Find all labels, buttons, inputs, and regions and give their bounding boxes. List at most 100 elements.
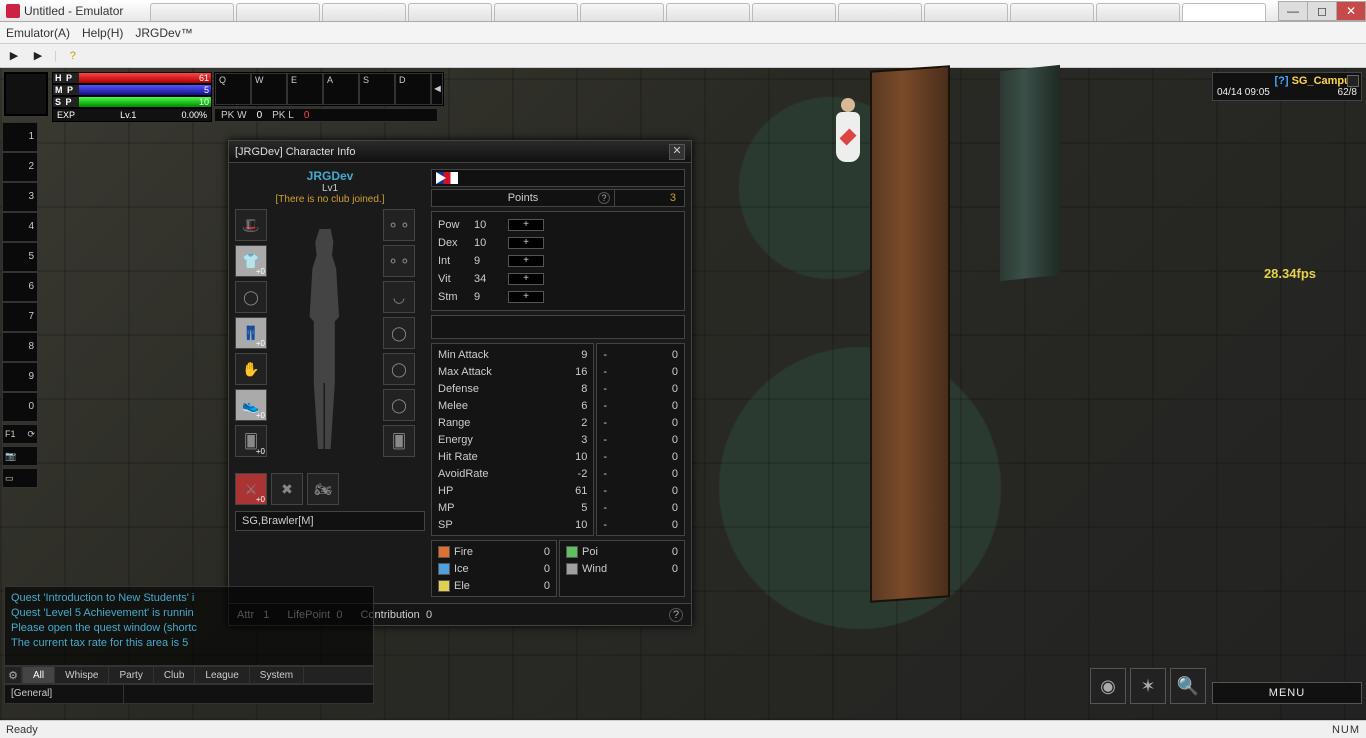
skill-slot-s[interactable]: S [359, 73, 395, 105]
equip-ring2[interactable]: ◯ [383, 389, 415, 421]
item-slot-4[interactable]: 4 [2, 212, 38, 242]
item-slot-3[interactable]: 3 [2, 182, 38, 212]
maximize-button[interactable]: ◻ [1307, 1, 1337, 21]
chat-log[interactable]: Quest 'Introduction to New Students' i Q… [4, 586, 374, 666]
character-level: Lv1 [235, 183, 425, 194]
equip-head[interactable]: 🎩 [235, 209, 267, 241]
chat-settings-icon[interactable]: ⚙ [4, 666, 22, 684]
equip-bracelet[interactable]: ◯ [383, 317, 415, 349]
search-icon[interactable]: 🔍 [1170, 668, 1206, 704]
camera-slot[interactable]: 📷 [2, 446, 38, 466]
skill-slot-d[interactable]: D [395, 73, 431, 105]
equip-weapon[interactable]: ⚔+0 [235, 473, 267, 505]
record-icon[interactable]: ◉ [1090, 668, 1126, 704]
skill-slot-e[interactable]: E [287, 73, 323, 105]
npc-character[interactable] [830, 98, 866, 188]
chat-input[interactable] [124, 684, 374, 704]
chat-tab-club[interactable]: Club [154, 667, 196, 683]
item-slot-1[interactable]: 1 [2, 122, 38, 152]
tab-stub[interactable] [838, 3, 922, 21]
tab-stub[interactable] [924, 3, 1008, 21]
equip-ring1[interactable]: ◯ [383, 353, 415, 385]
chat-tab-party[interactable]: Party [109, 667, 153, 683]
tab-stub[interactable] [1182, 3, 1266, 21]
menu-help[interactable]: Help(H) [82, 26, 123, 40]
window-title: Untitled - Emulator [24, 4, 123, 18]
elemental-stats: Fire0 Ice0 Ele0 Poi0 Wind0 [431, 540, 685, 597]
skill-collapse-icon[interactable]: ◄ [431, 73, 443, 105]
game-viewport[interactable]: 28.34fps H P 61 M P 5 S P 10 EXP Lv.1 0.… [0, 68, 1366, 720]
equip-vehicle[interactable]: 🏍 [307, 473, 339, 505]
chat-tab-system[interactable]: System [250, 667, 304, 683]
equip-bottom[interactable]: 👖+0 [235, 317, 267, 349]
increase-pow[interactable]: + [508, 219, 544, 231]
ele-icon [438, 580, 450, 592]
item-slot-5[interactable]: 5 [2, 242, 38, 272]
close-button[interactable]: ✕ [1336, 1, 1366, 21]
equip-shoes[interactable]: 👟+0 [235, 389, 267, 421]
menu-bar: Emulator(A) Help(H) JRGDev™ [0, 22, 1366, 44]
sp-label: S P [53, 97, 79, 107]
equip-earring1[interactable]: ⚬⚬ [383, 209, 415, 241]
tab-stub[interactable] [666, 3, 750, 21]
skill-slots: Q W E A S D ◄ [214, 72, 444, 106]
skill-slot-w[interactable]: W [251, 73, 287, 105]
item-slot-0[interactable]: 0 [2, 392, 38, 422]
tab-stub[interactable] [580, 3, 664, 21]
chat-tab-all[interactable]: All [23, 667, 55, 683]
chat-tab-league[interactable]: League [195, 667, 249, 683]
item-slot-2[interactable]: 2 [2, 152, 38, 182]
skill-slot-q[interactable]: Q [215, 73, 251, 105]
equip-top[interactable]: 👕+0 [235, 245, 267, 277]
help-icon[interactable]: ? [65, 48, 81, 64]
tab-stub[interactable] [236, 3, 320, 21]
tab-stub[interactable] [408, 3, 492, 21]
character-info-panel: [JRGDev] Character Info ✕ JRGDev Lv1 [Th… [228, 140, 692, 626]
tab-stub[interactable] [322, 3, 406, 21]
chat-line: Quest 'Level 5 Achievement' is runnin [11, 606, 367, 621]
lock-slot[interactable]: ▭ [2, 468, 38, 488]
bottom-icons: ◉ ✶ 🔍 [1090, 668, 1206, 704]
f1-slot[interactable]: F1⟳ [2, 424, 38, 444]
increase-int[interactable]: + [508, 255, 544, 267]
close-icon[interactable]: ✕ [669, 144, 685, 160]
chat-tab-whisper[interactable]: Whispe [55, 667, 109, 683]
equip-card2[interactable]: 🂠 [383, 425, 415, 457]
menu-jrgdev[interactable]: JRGDev™ [135, 26, 192, 40]
menu-emulator[interactable]: Emulator(A) [6, 26, 70, 40]
level-label: Lv.1 [120, 110, 136, 120]
tab-stub[interactable] [150, 3, 234, 21]
target-icon[interactable]: ✶ [1130, 668, 1166, 704]
avatar-slot[interactable] [4, 72, 48, 116]
increase-dex[interactable]: + [508, 237, 544, 249]
equip-earring2[interactable]: ⚬⚬ [383, 245, 415, 277]
menu-button[interactable]: MENU [1212, 682, 1362, 704]
play-button[interactable]: ▶ [6, 48, 22, 64]
skill-slot-a[interactable]: A [323, 73, 359, 105]
app-icon [6, 4, 20, 18]
increase-vit[interactable]: + [508, 273, 544, 285]
help-icon[interactable]: ? [669, 608, 683, 622]
tab-stub[interactable] [1096, 3, 1180, 21]
location-box[interactable]: [?] SG_Campus 04/14 09:0562/8 [1212, 72, 1362, 101]
panel-titlebar[interactable]: [JRGDev] Character Info ✕ [229, 141, 691, 163]
equip-necklace[interactable]: ◡ [383, 281, 415, 313]
equip-gloves[interactable]: ✋ [235, 353, 267, 385]
chat-channel-select[interactable]: [General] [4, 684, 124, 704]
item-slot-9[interactable]: 9 [2, 362, 38, 392]
item-slot-6[interactable]: 6 [2, 272, 38, 302]
item-slot-7[interactable]: 7 [2, 302, 38, 332]
equip-offhand[interactable]: ✖ [271, 473, 303, 505]
tab-stub[interactable] [752, 3, 836, 21]
minimize-button[interactable]: — [1278, 1, 1308, 21]
equip-card[interactable]: 🂠+0 [235, 425, 267, 457]
play-button-2[interactable]: ▶ [30, 48, 46, 64]
increase-stm[interactable]: + [508, 291, 544, 303]
minimize-icon[interactable] [1347, 75, 1359, 87]
tab-stub[interactable] [494, 3, 578, 21]
item-slot-8[interactable]: 8 [2, 332, 38, 362]
toolbar: ▶ ▶ | ? [0, 44, 1366, 68]
tab-stub[interactable] [1010, 3, 1094, 21]
help-icon[interactable]: ? [598, 192, 610, 204]
equip-belt[interactable]: ◯ [235, 281, 267, 313]
